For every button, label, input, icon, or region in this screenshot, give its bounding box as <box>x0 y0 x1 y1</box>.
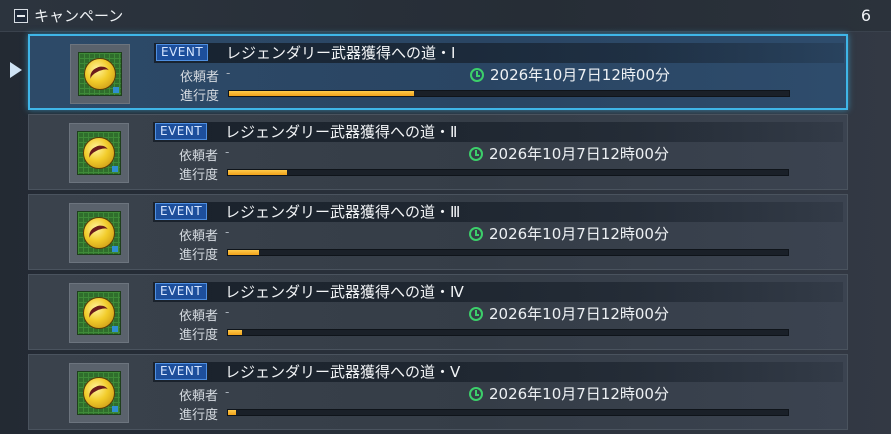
golden-orb-icon <box>83 377 115 409</box>
quest-title: レジェンダリー武器獲得への道・Ⅰ <box>226 44 456 62</box>
event-badge: EVENT <box>156 44 209 61</box>
quest-list: EVENT レジェンダリー武器獲得への道・Ⅰ 依頼者 - 2026年10月7日1… <box>28 34 848 434</box>
clock-icon <box>469 386 483 401</box>
progress-label: 進行度 <box>179 168 219 183</box>
event-badge: EVENT <box>155 123 208 140</box>
progress-bar <box>228 90 790 97</box>
campaign-header[interactable]: キャンペーン 6 <box>0 0 891 32</box>
quest-title: レジェンダリー武器獲得への道・Ⅲ <box>225 203 461 221</box>
deadline-text: 2026年10月7日12時00分 <box>490 66 670 84</box>
progress-bar <box>227 409 789 416</box>
progress-label: 進行度 <box>179 408 219 423</box>
requester-label: 依頼者 <box>179 229 219 244</box>
event-badge: EVENT <box>155 363 208 380</box>
deadline-text: 2026年10月7日12時00分 <box>489 385 669 403</box>
quest-thumbnail <box>69 363 129 423</box>
quest-thumbnail <box>70 44 130 104</box>
requester-label: 依頼者 <box>180 70 220 85</box>
quest-title: レジェンダリー武器獲得への道・Ⅱ <box>225 123 458 141</box>
progress-fill <box>228 330 242 335</box>
minus-box-icon[interactable] <box>14 8 28 23</box>
quest-item[interactable]: EVENT レジェンダリー武器獲得への道・Ⅰ 依頼者 - 2026年10月7日1… <box>28 34 848 110</box>
event-badge: EVENT <box>155 283 208 300</box>
requester-value: - <box>226 66 231 80</box>
deadline-text: 2026年10月7日12時00分 <box>489 225 669 243</box>
progress-fill <box>228 250 259 255</box>
deadline: 2026年10月7日12時00分 <box>469 303 669 324</box>
clock-icon <box>469 306 483 321</box>
golden-orb-icon <box>83 217 115 249</box>
requester-value: - <box>225 385 230 399</box>
quest-thumbnail <box>69 123 129 183</box>
requester-label: 依頼者 <box>179 309 219 324</box>
quest-item[interactable]: EVENT レジェンダリー武器獲得への道・Ⅴ 依頼者 - 2026年10月7日1… <box>28 354 848 430</box>
progress-fill <box>228 410 236 415</box>
golden-orb-icon <box>84 58 116 90</box>
progress-label: 進行度 <box>179 248 219 263</box>
requester-label: 依頼者 <box>179 149 219 164</box>
progress-label: 進行度 <box>179 328 219 343</box>
event-badge: EVENT <box>155 203 208 220</box>
progress-fill <box>228 170 287 175</box>
golden-orb-icon <box>83 137 115 169</box>
quest-title: レジェンダリー武器獲得への道・Ⅴ <box>225 363 461 381</box>
golden-orb-icon <box>83 297 115 329</box>
clock-icon <box>470 67 484 82</box>
deadline: 2026年10月7日12時00分 <box>469 143 669 164</box>
quest-item[interactable]: EVENT レジェンダリー武器獲得への道・Ⅱ 依頼者 - 2026年10月7日1… <box>28 114 848 190</box>
requester-value: - <box>225 225 230 239</box>
quest-item[interactable]: EVENT レジェンダリー武器獲得への道・Ⅳ 依頼者 - 2026年10月7日1… <box>28 274 848 350</box>
deadline: 2026年10月7日12時00分 <box>469 223 669 244</box>
deadline-text: 2026年10月7日12時00分 <box>489 145 669 163</box>
category-title: キャンペーン <box>34 7 124 25</box>
requester-value: - <box>225 145 230 159</box>
deadline: 2026年10月7日12時00分 <box>469 383 669 404</box>
quest-thumbnail <box>69 283 129 343</box>
progress-label: 進行度 <box>180 89 220 104</box>
quest-item[interactable]: EVENT レジェンダリー武器獲得への道・Ⅲ 依頼者 - 2026年10月7日1… <box>28 194 848 270</box>
clock-icon <box>469 146 483 161</box>
requester-value: - <box>225 305 230 319</box>
deadline-text: 2026年10月7日12時00分 <box>489 305 669 323</box>
quest-title: レジェンダリー武器獲得への道・Ⅳ <box>225 283 464 301</box>
quest-thumbnail <box>69 203 129 263</box>
progress-bar <box>227 329 789 336</box>
progress-fill <box>229 91 414 96</box>
campaign-window: キャンペーン 6 EVENT レジェンダリー武器獲得への道・Ⅰ 依頼者 - 20… <box>0 0 891 434</box>
requester-label: 依頼者 <box>179 389 219 404</box>
deadline: 2026年10月7日12時00分 <box>470 64 670 85</box>
progress-bar <box>227 169 789 176</box>
clock-icon <box>469 226 483 241</box>
selection-cursor-icon <box>10 62 22 78</box>
progress-bar <box>227 249 789 256</box>
quest-count: 6 <box>860 6 871 25</box>
